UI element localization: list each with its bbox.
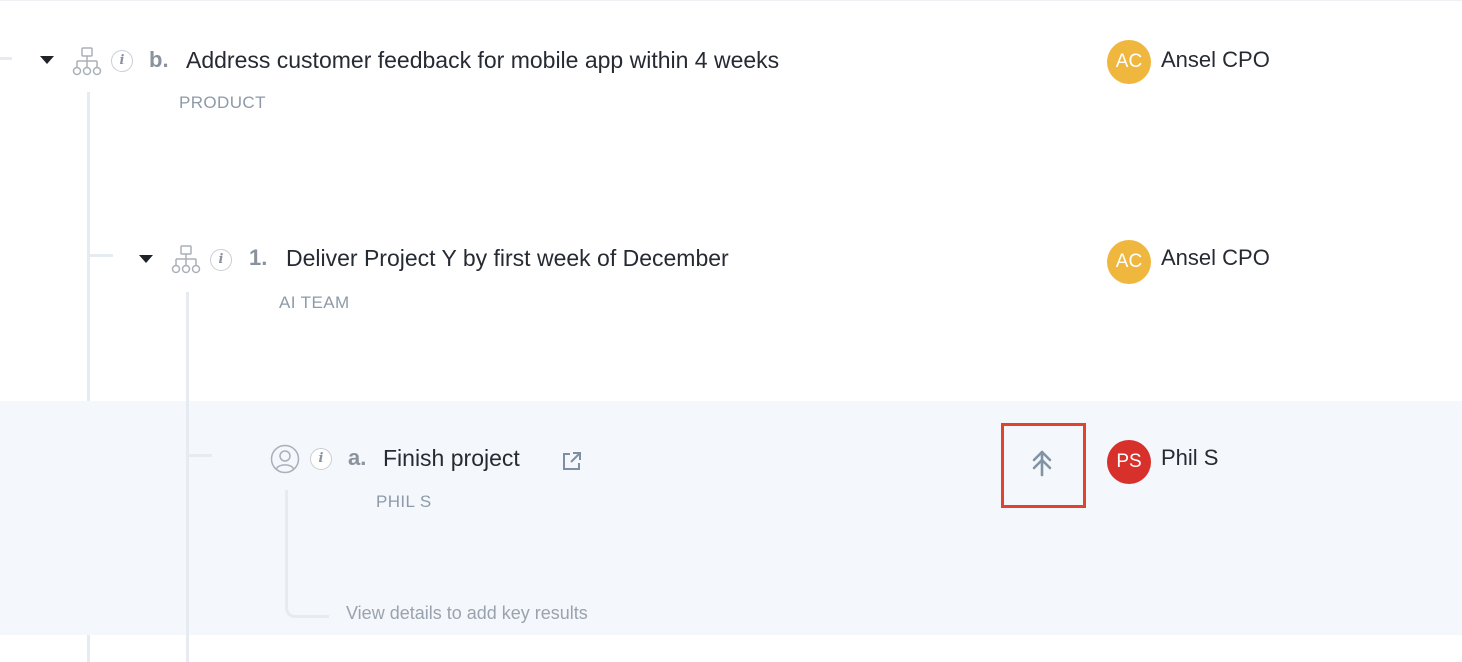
objective-row[interactable]: i 1. Deliver Project Y by first week of …: [0, 228, 1462, 318]
team-label: AI TEAM: [279, 293, 350, 312]
owner-name[interactable]: Ansel CPO: [1161, 47, 1270, 73]
person-icon[interactable]: [270, 444, 300, 474]
objective-row[interactable]: i b. Address customer feedback for mobil…: [0, 30, 1462, 120]
org-tree-icon[interactable]: [171, 245, 201, 275]
objective-row[interactable]: i a. Finish project PHIL S PS Phil S Vie…: [0, 423, 1462, 628]
team-label: PHIL S: [376, 492, 432, 511]
info-icon[interactable]: i: [310, 448, 332, 470]
info-icon[interactable]: i: [111, 50, 133, 72]
add-key-results-hint[interactable]: View details to add key results: [346, 603, 588, 624]
collapse-caret-icon[interactable]: [40, 56, 54, 64]
team-label: PRODUCT: [179, 93, 266, 112]
key-result-index: a.: [348, 445, 367, 470]
objective-title[interactable]: Deliver Project Y by first week of Decem…: [286, 245, 729, 272]
objective-title[interactable]: Finish project: [383, 445, 520, 472]
avatar[interactable]: AC: [1107, 240, 1151, 284]
avatar[interactable]: AC: [1107, 40, 1151, 84]
objective-index: b.: [149, 47, 169, 72]
tree-connector: [285, 490, 329, 618]
align-up-icon[interactable]: [1031, 447, 1053, 479]
external-link-icon[interactable]: [561, 450, 583, 472]
avatar[interactable]: PS: [1107, 440, 1151, 484]
org-tree-icon[interactable]: [72, 47, 102, 77]
top-divider: [0, 0, 1462, 1]
owner-name[interactable]: Phil S: [1161, 445, 1218, 471]
objective-index: 1.: [249, 245, 268, 270]
owner-name[interactable]: Ansel CPO: [1161, 245, 1270, 271]
info-icon[interactable]: i: [210, 249, 232, 271]
objective-title[interactable]: Address customer feedback for mobile app…: [186, 47, 779, 74]
collapse-caret-icon[interactable]: [139, 255, 153, 263]
